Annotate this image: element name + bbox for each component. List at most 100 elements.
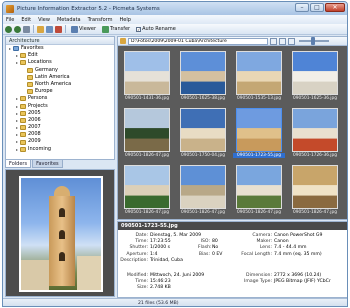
expand-icon[interactable]: ▸: [15, 146, 19, 153]
tree-item[interactable]: ▸ Favorites: [6, 45, 114, 52]
tree-item-label: Edit: [28, 52, 38, 59]
menu-transform[interactable]: Transform: [88, 17, 113, 23]
up-folder-icon[interactable]: [23, 25, 30, 33]
folder-icon: [20, 103, 26, 109]
delete-icon[interactable]: [55, 25, 62, 33]
toolbar-separator: [33, 25, 34, 33]
viewer-button[interactable]: Viewer: [69, 25, 98, 34]
thumbnail[interactable]: 090501-1625-36.jpg: [289, 49, 341, 105]
expand-icon[interactable]: ▸: [15, 103, 19, 110]
info-field-value: 7.4 mm (eq. 35 mm): [274, 251, 322, 257]
tree-item-label: Favorites: [21, 45, 44, 51]
expand-icon[interactable]: ▸: [15, 117, 19, 124]
thumbnail-caption: 090501-1625-36.jpg: [293, 96, 337, 101]
forward-icon[interactable]: [14, 25, 21, 33]
thumbnail-image: [236, 165, 282, 209]
back-icon[interactable]: [5, 25, 12, 33]
menu-view[interactable]: View: [38, 17, 50, 23]
tree-item[interactable]: ▸ 2008: [6, 131, 114, 138]
info-field-label: Image Type:: [244, 279, 272, 285]
tree-item[interactable]: ▸ Incoming: [6, 146, 114, 153]
expand-icon[interactable]: ▸: [15, 110, 19, 117]
tree-item[interactable]: Latin America: [6, 74, 114, 81]
thumbnail[interactable]: 090501-1826-47.jpg: [121, 163, 173, 219]
expand-icon[interactable]: ▸: [8, 45, 12, 52]
thumbnail-image: [180, 51, 226, 95]
transfer-label: Transfer: [110, 26, 131, 32]
view-thumbnails-button[interactable]: [279, 37, 286, 45]
info-field-value: JPEG Bitmap (JFIF) YCbCr: [274, 279, 331, 285]
expand-icon[interactable]: ▸: [15, 95, 19, 102]
thumbnail[interactable]: 090501-1826-47.jpg: [121, 106, 173, 162]
expand-icon[interactable]: ▸: [15, 138, 19, 145]
thumbnail-image: [292, 51, 338, 95]
zoom-slider[interactable]: [299, 37, 329, 45]
tree-item[interactable]: ▸ 2007: [6, 124, 114, 131]
auto-rename-label: Auto Rename: [142, 26, 176, 32]
image-preview: [5, 169, 115, 297]
folder-icon[interactable]: [37, 25, 44, 33]
expand-icon[interactable]: ▸: [15, 131, 19, 138]
thumbnail-image: [292, 108, 338, 152]
thumbnail[interactable]: 090501-1625-38.jpg: [177, 49, 229, 105]
tree-item[interactable]: ▸ Projects: [6, 103, 114, 110]
menu-file[interactable]: File: [6, 17, 14, 23]
info-field: Time: 17:23:55: [120, 239, 170, 244]
thumbnail[interactable]: 090501-1535-13.jpg: [233, 49, 285, 105]
expand-icon[interactable]: ▸: [15, 59, 19, 66]
info-field-label: Description:: [120, 257, 148, 263]
thumbnail[interactable]: 090501-1826-47.jpg: [233, 163, 285, 219]
thumbnail-caption: 090501-1826-47.jpg: [125, 153, 169, 158]
auto-rename-button[interactable]: ✓ Auto Rename: [134, 25, 178, 34]
transfer-button[interactable]: Transfer: [100, 25, 132, 34]
auto-rename-checkbox[interactable]: ✓: [136, 26, 142, 32]
thumbnail-caption: 090501-1826-47.jpg: [293, 210, 337, 215]
menu-help[interactable]: Help: [120, 17, 131, 23]
tree-item[interactable]: ▸ 2009: [6, 138, 114, 145]
maximize-button[interactable]: □: [310, 3, 324, 12]
tab-favorites[interactable]: Favorites: [32, 160, 63, 168]
view-details-button[interactable]: [270, 37, 277, 45]
info-field: Camera: Canon PowerShot G9: [240, 233, 322, 238]
tree-item[interactable]: ▸ 2005: [6, 110, 114, 117]
expand-icon[interactable]: ▸: [15, 52, 19, 59]
info-field: ISO: 80: [198, 239, 218, 244]
zoom-slider-handle[interactable]: [311, 37, 315, 45]
thumbnail-image: [292, 165, 338, 209]
path-input[interactable]: D:\Fotos\2009\2009-01 Cuba\Architecture: [128, 37, 268, 45]
minimize-button[interactable]: –: [295, 3, 309, 12]
info-header: 090501-1723-55.jpg: [118, 222, 347, 230]
window-title: Picture Information Extractor 5.2 - Picm…: [17, 5, 160, 12]
tree-item[interactable]: Germany: [6, 67, 114, 74]
thumbnail[interactable]: 090501-1726-36.jpg: [289, 106, 341, 162]
thumbnail-grid: 090501-1431-36.jpg 090501-1625-38.jpg 0905…: [121, 49, 346, 219]
folder-icon: [20, 146, 26, 152]
thumbnail-caption: 090501-1723-55.jpg: [233, 153, 285, 158]
tree-item[interactable]: ▸ 2006: [6, 117, 114, 124]
close-button[interactable]: ✕: [325, 3, 345, 12]
view-list-button[interactable]: [288, 37, 295, 45]
expand-icon[interactable]: ▸: [15, 124, 19, 131]
menu-metadata[interactable]: Metadata: [57, 17, 81, 23]
thumbnail[interactable]: 090501-1826-47.jpg: [177, 163, 229, 219]
tree-item[interactable]: North America: [6, 81, 114, 88]
tree-item[interactable]: Europe: [6, 88, 114, 95]
info-field: Shutter: 1/2000 s: [120, 245, 170, 250]
thumbnail[interactable]: 090501-1750-04.jpg: [177, 106, 229, 162]
tree-item[interactable]: ▸ Locations: [6, 59, 114, 66]
title-bar[interactable]: Picture Information Extractor 5.2 - Picm…: [3, 2, 347, 15]
info-field-value: Mittwoch, 24. Juni 2009: [150, 273, 205, 278]
info-field-value: 2772 x 3696 (10.24): [274, 273, 322, 278]
tree-item[interactable]: ▸ Edit: [6, 52, 114, 59]
tree-item[interactable]: ▸ Persons: [6, 95, 114, 102]
thumbnail[interactable]: 090501-1431-36.jpg: [121, 49, 173, 105]
thumbnail-image: [124, 51, 170, 95]
info-panel: 090501-1723-55.jpg Date: Dienstag, 5. Mar…: [117, 221, 347, 298]
thumbnail[interactable]: 090501-1723-55.jpg: [233, 106, 285, 162]
menu-edit[interactable]: Edit: [21, 17, 31, 23]
save-icon[interactable]: [46, 25, 53, 33]
info-field-label: Maker:: [256, 239, 272, 245]
thumbnail-caption: 090501-1726-36.jpg: [293, 153, 337, 158]
tab-folders[interactable]: Folders: [5, 160, 32, 168]
thumbnail[interactable]: 090501-1826-47.jpg: [289, 163, 341, 219]
